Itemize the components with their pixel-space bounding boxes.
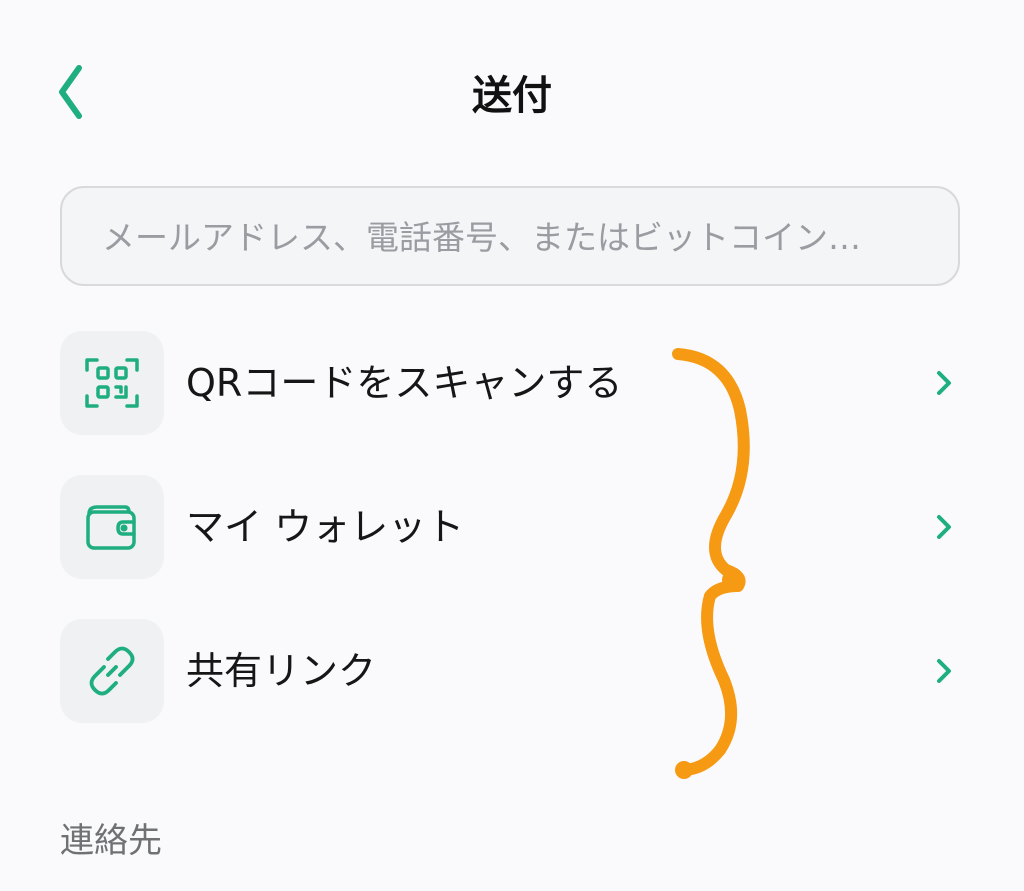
link-icon — [89, 646, 135, 696]
my-wallet-label: マイ ウォレット — [186, 505, 465, 549]
chevron-right-icon — [924, 363, 964, 403]
share-link-option[interactable]: 共有リンク — [60, 619, 964, 723]
scan-qr-option[interactable]: QRコードをスキャンする — [60, 331, 964, 435]
qr-scan-icon-tile — [60, 331, 164, 435]
wallet-icon — [86, 505, 136, 550]
send-screen: 送付 QRコードをスキャンする — [0, 0, 1024, 891]
qr-scan-icon — [85, 358, 139, 408]
chevron-right-icon — [924, 651, 964, 691]
chevron-right-icon — [924, 507, 964, 547]
share-link-label: 共有リンク — [186, 649, 377, 693]
wallet-icon-tile — [60, 475, 164, 579]
page-title: 送付 — [472, 73, 552, 119]
my-wallet-option[interactable]: マイ ウォレット — [60, 475, 964, 579]
scan-qr-label: QRコードをスキャンする — [186, 361, 623, 405]
link-icon-tile — [60, 619, 164, 723]
recipient-search-field[interactable] — [60, 186, 960, 286]
contacts-section-label: 連絡先 — [60, 821, 162, 861]
recipient-search-input[interactable] — [100, 188, 924, 286]
